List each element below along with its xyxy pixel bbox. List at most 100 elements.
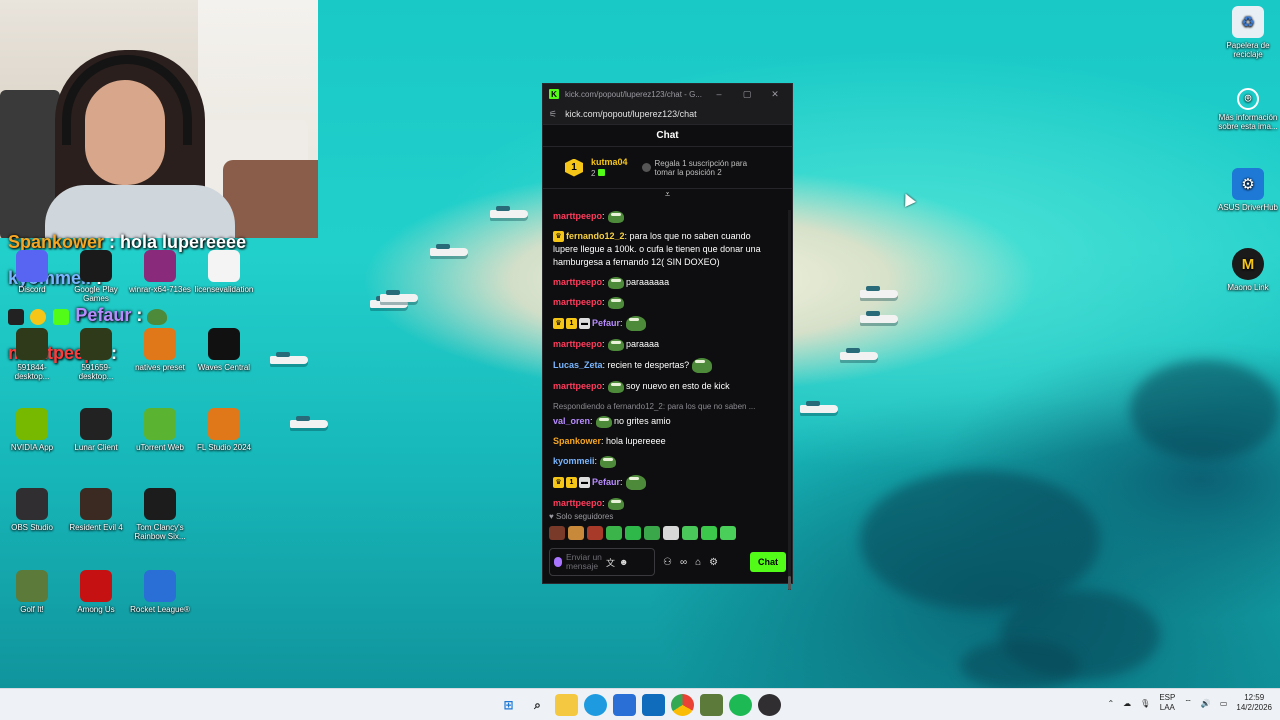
chat-scrollbar[interactable] — [788, 210, 791, 590]
emote-icon[interactable] — [625, 526, 641, 540]
top-gifter-banner[interactable]: 1 kutma04 2 Regala 1 suscripción para to… — [543, 147, 792, 189]
chevron-up-icon[interactable]: ⌃ — [1107, 699, 1114, 708]
obs-taskbar-icon[interactable] — [758, 694, 781, 716]
desktop-icon-recycle-bin[interactable]: ♻ Papelera de reciclaje — [1216, 6, 1280, 59]
microphone-tray-icon[interactable]: 🎙 — [1140, 699, 1150, 708]
chat-username[interactable]: kyommeii — [553, 456, 595, 466]
golf-it-taskbar-icon[interactable] — [700, 694, 723, 716]
microphone-icon[interactable] — [554, 557, 562, 567]
chat-username[interactable]: marttpeepo — [553, 381, 602, 391]
crown-badge-icon[interactable]: ♛ — [553, 477, 564, 488]
chat-username[interactable]: marttpeepo — [553, 339, 602, 349]
url-text[interactable]: kick.com/popout/luperez123/chat — [565, 109, 697, 119]
chat-message[interactable]: marttpeepo: — [553, 296, 776, 309]
desktop-icon-google-play[interactable]: Google Play Games — [64, 250, 128, 303]
desktop-icon-winrar[interactable]: winrar-x64-713es — [128, 250, 192, 294]
clock[interactable]: 12:59 14/2/2026 — [1236, 693, 1272, 713]
address-bar[interactable]: ⚟ kick.com/popout/luperez123/chat — [543, 104, 792, 125]
emote-icon[interactable] — [663, 526, 679, 540]
desktop-icon-nvidia-shortcut[interactable]: 591659-desktop... — [64, 328, 128, 381]
store-icon[interactable]: ⌂ — [695, 557, 701, 568]
desktop-icon-spotlight[interactable]: ⌾ Más información sobre esta ima... — [1216, 88, 1280, 131]
network-app-icon[interactable]: ☁ — [1123, 699, 1131, 708]
language-indicator[interactable]: ESP LAA — [1159, 693, 1175, 713]
message-placeholder[interactable]: Enviar un mensaje — [566, 553, 602, 571]
chat-username[interactable]: marttpeepo — [553, 277, 602, 287]
collapse-chevron-icon[interactable]: ⩡ — [543, 189, 792, 199]
glasses-badge-icon[interactable]: ▬ — [579, 318, 590, 329]
close-button[interactable]: ✕ — [764, 89, 786, 100]
spotify-icon[interactable] — [729, 694, 752, 716]
chat-message[interactable]: marttpeepo: soy nuevo en esto de kick — [553, 380, 776, 393]
desktop-icon-fl-studio[interactable]: FL Studio 2024 — [192, 408, 256, 452]
search-icon[interactable]: ⌕ — [526, 694, 549, 716]
chat-message[interactable]: Spankower: hola lupereeee — [553, 435, 776, 448]
chat-username[interactable]: fernando12_2 — [566, 231, 625, 241]
chat-username[interactable]: marttpeepo — [553, 498, 602, 508]
chat-message[interactable]: marttpeepo: paraaaaaa — [553, 276, 776, 289]
chat-username[interactable]: Spankower — [553, 436, 601, 446]
desktop-icon-rocket-league[interactable]: Rocket League® — [128, 570, 192, 614]
desktop-icon-nvidia[interactable]: NVIDIA App — [0, 408, 64, 452]
chat-message[interactable]: kyommeii: — [553, 455, 776, 468]
emote-icon[interactable] — [701, 526, 717, 540]
crown-badge-icon[interactable]: ♛ — [553, 231, 564, 243]
desktop-icon-lunar[interactable]: Lunar Client — [64, 408, 128, 452]
chat-username[interactable]: marttpeepo — [553, 297, 602, 307]
chat-message[interactable]: marttpeepo: — [553, 497, 776, 510]
edge-icon[interactable] — [584, 694, 607, 716]
window-titlebar[interactable]: K kick.com/popout/luperez123/chat - G...… — [543, 84, 792, 104]
chat-message[interactable]: Lucas_Zeta: recien te despertas? — [553, 358, 776, 373]
desktop-icon-re4[interactable]: Resident Evil 4 — [64, 488, 128, 532]
emote-icon[interactable] — [568, 526, 584, 540]
desktop-icon-utorrent[interactable]: uTorrent Web — [128, 408, 192, 452]
minimize-button[interactable]: – — [708, 89, 730, 99]
desktop-icon-r6[interactable]: Tom Clancy's Rainbow Six... — [128, 488, 192, 541]
glasses-badge-icon[interactable]: ▬ — [579, 477, 590, 488]
start-icon[interactable]: ⊞ — [497, 694, 520, 716]
settings-gear-icon[interactable]: ⚙ — [709, 557, 718, 568]
emoji-icon[interactable]: ☻ — [619, 557, 628, 567]
outlook-icon[interactable] — [642, 694, 665, 716]
rank-badge-icon[interactable]: 1 — [566, 318, 577, 329]
translate-icon[interactable]: 文 — [606, 556, 615, 569]
chat-message[interactable]: ♛ 1 ▬ Pefaur: — [553, 316, 776, 331]
desktop-icon-fl-preset[interactable]: natives preset — [128, 328, 192, 372]
emote-icon[interactable] — [644, 526, 660, 540]
chat-username[interactable]: Pefaur — [592, 477, 620, 487]
desktop-icon-golf-it[interactable]: Golf It! — [0, 570, 64, 614]
chat-message[interactable]: marttpeepo: paraaaa — [553, 338, 776, 351]
chat-message[interactable]: marttpeepo: — [553, 210, 776, 223]
desktop-icon-nvidia-shortcut[interactable]: 591844-desktop... — [0, 328, 64, 381]
emote-icon[interactable] — [682, 526, 698, 540]
users-icon[interactable]: ⚇ — [663, 557, 672, 568]
desktop-icon-discord[interactable]: Discord — [0, 250, 64, 294]
desktop-icon-asus-driverhub[interactable]: ⚙ ASUS DriverHub — [1216, 168, 1280, 212]
desktop-icon-waves[interactable]: Waves Central — [192, 328, 256, 372]
rank-badge-icon[interactable]: 1 — [566, 477, 577, 488]
chrome-icon[interactable] — [671, 694, 694, 716]
desktop-icon-among-us[interactable]: Among Us — [64, 570, 128, 614]
desktop-icon-obs[interactable]: OBS Studio — [0, 488, 64, 532]
crown-badge-icon[interactable]: ♛ — [553, 318, 564, 329]
gift-cta[interactable]: Regala 1 suscripción para tomar la posic… — [641, 159, 765, 177]
battery-icon[interactable]: ▭ — [1220, 699, 1228, 708]
emote-icon[interactable] — [587, 526, 603, 540]
emote-icon[interactable] — [720, 526, 736, 540]
reply-reference[interactable]: Respondiendo a fernando12_2: para los qu… — [553, 400, 776, 413]
chat-message-input[interactable]: Enviar un mensaje 文 ☻ — [549, 548, 655, 576]
chat-message[interactable]: ♛ 1 ▬ Pefaur: — [553, 475, 776, 490]
emote-icon[interactable] — [549, 526, 565, 540]
send-chat-button[interactable]: Chat — [750, 552, 786, 572]
maximize-button[interactable]: ▢ — [736, 89, 758, 100]
volume-icon[interactable]: 🔊 — [1201, 699, 1211, 708]
chat-username[interactable]: Pefaur — [592, 318, 620, 328]
desktop-icon-maono-link[interactable]: M Maono Link — [1216, 248, 1280, 292]
site-settings-icon[interactable]: ⚟ — [549, 109, 557, 120]
emote-icon[interactable] — [606, 526, 622, 540]
chat-message[interactable]: Respondiendo a fernando12_2: para los qu… — [553, 400, 776, 428]
desktop-icon-document[interactable]: licensevalidation — [192, 250, 256, 294]
app-store-icon[interactable] — [613, 694, 636, 716]
chat-username[interactable]: marttpeepo — [553, 211, 602, 221]
file-explorer-icon[interactable] — [555, 694, 578, 716]
